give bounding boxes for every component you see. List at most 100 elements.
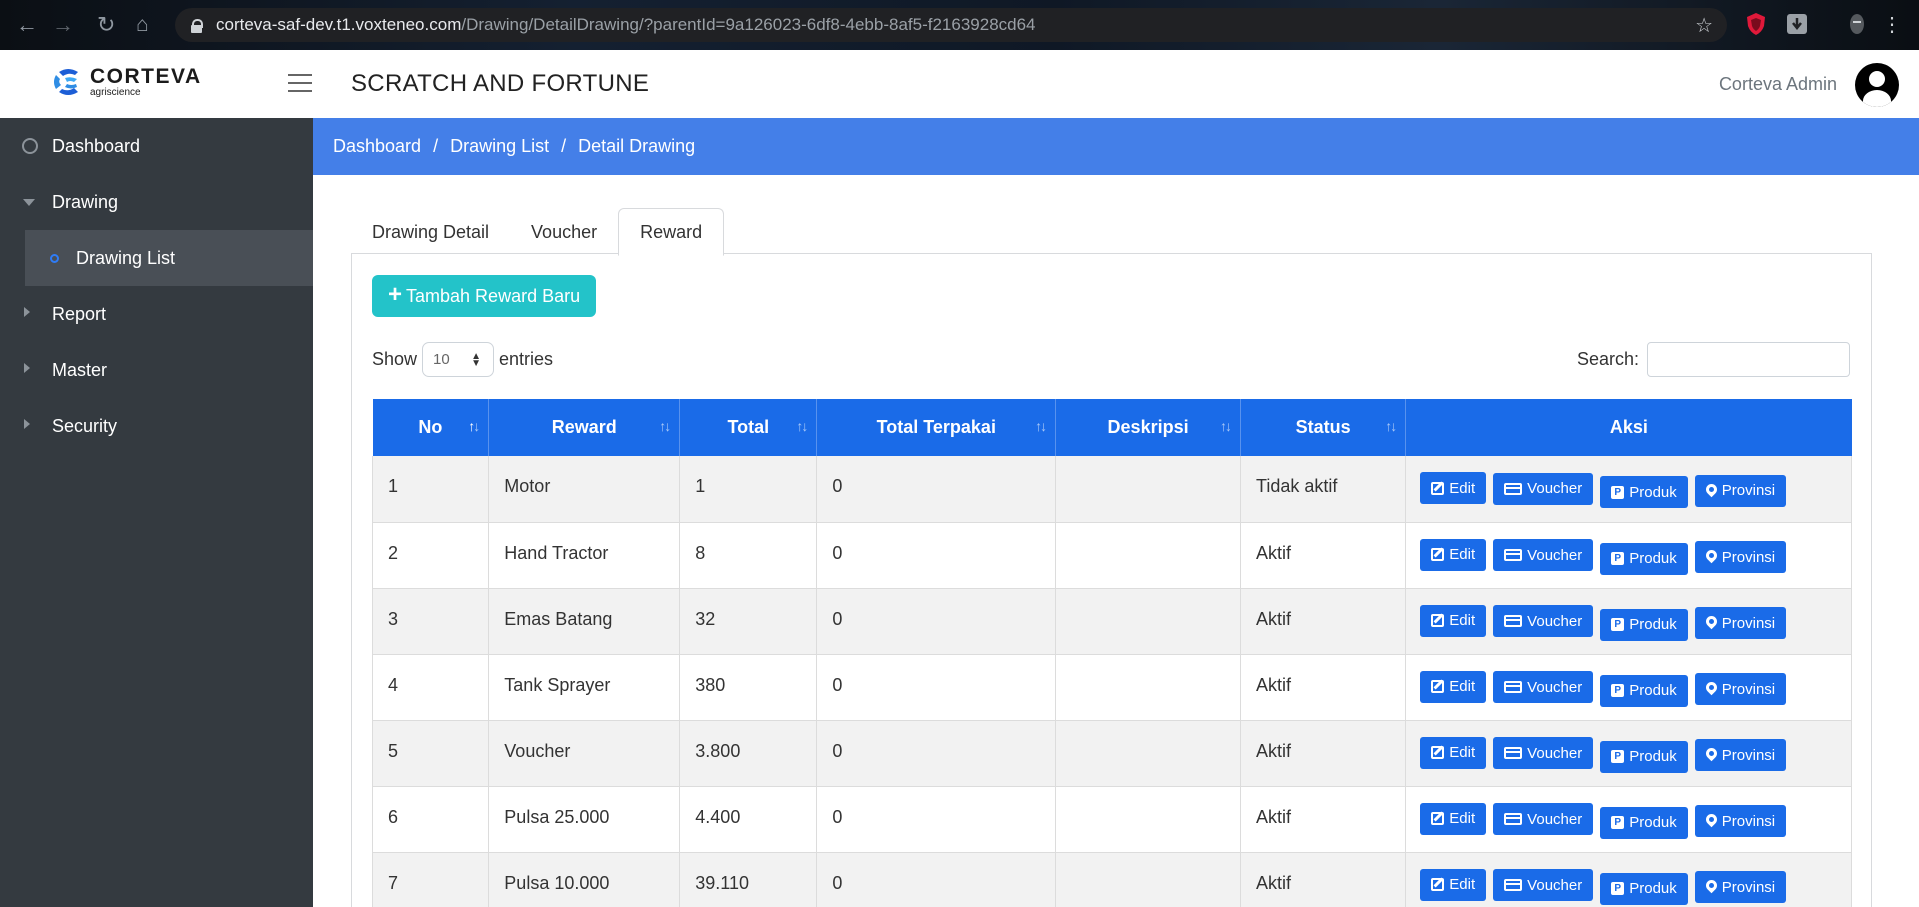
show-label: Show <box>372 349 418 369</box>
forward-arrow-icon[interactable]: → <box>52 13 74 37</box>
voucher-button[interactable]: Voucher <box>1493 472 1594 505</box>
product-p-icon: P <box>1611 618 1625 631</box>
voucher-button[interactable]: Voucher <box>1493 539 1594 571</box>
cell-reward: Pulsa 25.000 <box>488 786 681 853</box>
shield-extension-icon[interactable] <box>1745 12 1767 36</box>
edit-button[interactable]: Edit <box>1420 538 1487 571</box>
column-header-no[interactable]: No ↑↓ <box>372 399 490 456</box>
product-p-icon: P <box>1611 816 1625 829</box>
cell-total: 8 <box>679 522 818 589</box>
back-arrow-icon[interactable]: ← <box>16 13 38 37</box>
cell-reward: Voucher <box>488 720 681 787</box>
sidebar-item-master[interactable]: Master <box>0 342 313 398</box>
produk-button[interactable]: P Produk <box>1600 674 1688 707</box>
provinsi-button[interactable]: Provinsi <box>1694 739 1787 771</box>
product-p-icon: P <box>1611 684 1625 697</box>
sort-icon: ↑↓ <box>1035 418 1047 434</box>
produk-button[interactable]: P Produk <box>1600 542 1688 575</box>
produk-button[interactable]: P Produk <box>1600 806 1688 839</box>
circle-icon <box>50 254 59 263</box>
cell-no: 1 <box>371 456 490 523</box>
cell-status: Aktif <box>1240 588 1407 655</box>
bookmark-star-icon[interactable]: ☆ <box>1695 13 1713 38</box>
produk-button[interactable]: P Produk <box>1600 740 1688 773</box>
produk-button[interactable]: P Produk <box>1600 872 1688 905</box>
produk-button[interactable]: P Produk <box>1600 608 1688 641</box>
provinsi-button[interactable]: Provinsi <box>1694 474 1787 507</box>
cell-deskripsi <box>1055 852 1242 907</box>
breadcrumb-drawing-list[interactable]: Drawing List <box>450 136 549 157</box>
caret-right-icon <box>24 363 30 373</box>
sidebar-item-drawing-list[interactable]: Drawing List <box>25 230 313 286</box>
table-row: 1 Motor 1 0 Tidak aktif Edit Voucher P Pr… <box>371 456 1852 523</box>
tab-reward[interactable]: Reward <box>618 208 725 256</box>
reload-icon[interactable]: ↻ <box>97 13 115 37</box>
profile-extension-icon[interactable] <box>1846 12 1868 36</box>
column-header-total[interactable]: Total ↑↓ <box>679 399 818 456</box>
corteva-logo[interactable]: CORTEVA agriscience <box>52 66 202 98</box>
column-header-reward[interactable]: Reward ↑↓ <box>488 399 681 456</box>
edit-button[interactable]: Edit <box>1420 802 1487 835</box>
provinsi-button[interactable]: Provinsi <box>1694 607 1787 639</box>
edit-button[interactable]: Edit <box>1420 736 1487 769</box>
sidebar-item-label: Drawing List <box>76 247 176 268</box>
edit-button[interactable]: Edit <box>1420 472 1487 504</box>
download-extension-icon[interactable] <box>1786 12 1808 36</box>
column-header-total-terpakai[interactable]: Total Terpakai ↑↓ <box>816 399 1057 456</box>
app-header: CORTEVA agriscience SCRATCH AND FORTUNE … <box>0 50 1919 118</box>
column-header-status[interactable]: Status ↑↓ <box>1240 399 1407 456</box>
tab-bar: Drawing Detail Voucher Reward <box>351 206 725 256</box>
credit-card-icon <box>1504 549 1523 561</box>
dashboard-gauge-icon <box>22 138 38 154</box>
sidebar-item-label: Security <box>52 415 118 436</box>
cell-total-terpakai: 0 <box>816 456 1057 523</box>
search-input[interactable] <box>1647 342 1850 377</box>
cell-deskripsi <box>1055 456 1242 523</box>
table-row: 6 Pulsa 25.000 4.400 0 Aktif Edit Vouche… <box>371 786 1852 853</box>
breadcrumb-dashboard[interactable]: Dashboard <box>333 136 421 157</box>
add-reward-button[interactable]: + Tambah Reward Baru <box>372 275 597 317</box>
cell-total-terpakai: 0 <box>816 522 1057 589</box>
cell-status: Aktif <box>1240 786 1407 853</box>
cell-aksi: Edit Voucher P Produk Provinsi <box>1405 588 1852 655</box>
cell-reward: Hand Tractor <box>488 522 681 589</box>
cell-no: 3 <box>371 588 490 655</box>
edit-button[interactable]: Edit <box>1420 868 1487 901</box>
voucher-button[interactable]: Voucher <box>1493 671 1594 703</box>
tab-drawing-detail[interactable]: Drawing Detail <box>351 209 510 256</box>
page-size-select[interactable]: 10 ▲ ▼ <box>422 342 495 377</box>
sidebar-item-drawing[interactable]: Drawing <box>0 174 313 230</box>
tab-voucher[interactable]: Voucher <box>510 209 618 256</box>
cell-total: 1 <box>679 456 818 523</box>
provinsi-button[interactable]: Provinsi <box>1694 541 1787 573</box>
sidebar-item-dashboard[interactable]: Dashboard <box>0 118 313 174</box>
provinsi-button[interactable]: Provinsi <box>1694 673 1787 705</box>
cell-total: 3.800 <box>679 720 818 787</box>
home-icon[interactable]: ⌂ <box>136 13 149 37</box>
provinsi-button[interactable]: Provinsi <box>1694 805 1787 837</box>
browser-menu-icon[interactable]: ⋮ <box>1882 13 1902 37</box>
voucher-button[interactable]: Voucher <box>1493 605 1594 637</box>
edit-button[interactable]: Edit <box>1420 604 1487 637</box>
add-reward-label: Tambah Reward Baru <box>406 285 581 306</box>
sidebar-item-report[interactable]: Report <box>0 286 313 342</box>
user-name[interactable]: Corteva Admin <box>1719 74 1837 95</box>
address-bar[interactable]: corteva-saf-dev.t1.voxteneo.com/Drawing/… <box>175 8 1727 42</box>
user-avatar-icon[interactable] <box>1855 63 1899 107</box>
hamburger-menu-icon[interactable] <box>288 74 312 94</box>
credit-card-icon <box>1504 681 1523 693</box>
produk-button[interactable]: P Produk <box>1600 476 1688 508</box>
credit-card-icon <box>1504 747 1523 759</box>
edit-button[interactable]: Edit <box>1420 670 1487 703</box>
voucher-button[interactable]: Voucher <box>1493 803 1594 835</box>
caret-right-icon <box>24 419 30 429</box>
cell-total-terpakai: 0 <box>816 786 1057 853</box>
cell-total: 380 <box>679 654 818 721</box>
cell-aksi: Edit Voucher P Produk Provinsi <box>1405 786 1852 853</box>
reward-panel: + Tambah Reward Baru Show 10 ▲ ▼ entries … <box>351 253 1872 907</box>
voucher-button[interactable]: Voucher <box>1493 737 1594 769</box>
sidebar-item-security[interactable]: Security <box>0 398 313 454</box>
provinsi-button[interactable]: Provinsi <box>1694 871 1787 903</box>
voucher-button[interactable]: Voucher <box>1493 869 1594 901</box>
column-header-deskripsi[interactable]: Deskripsi ↑↓ <box>1055 399 1242 456</box>
